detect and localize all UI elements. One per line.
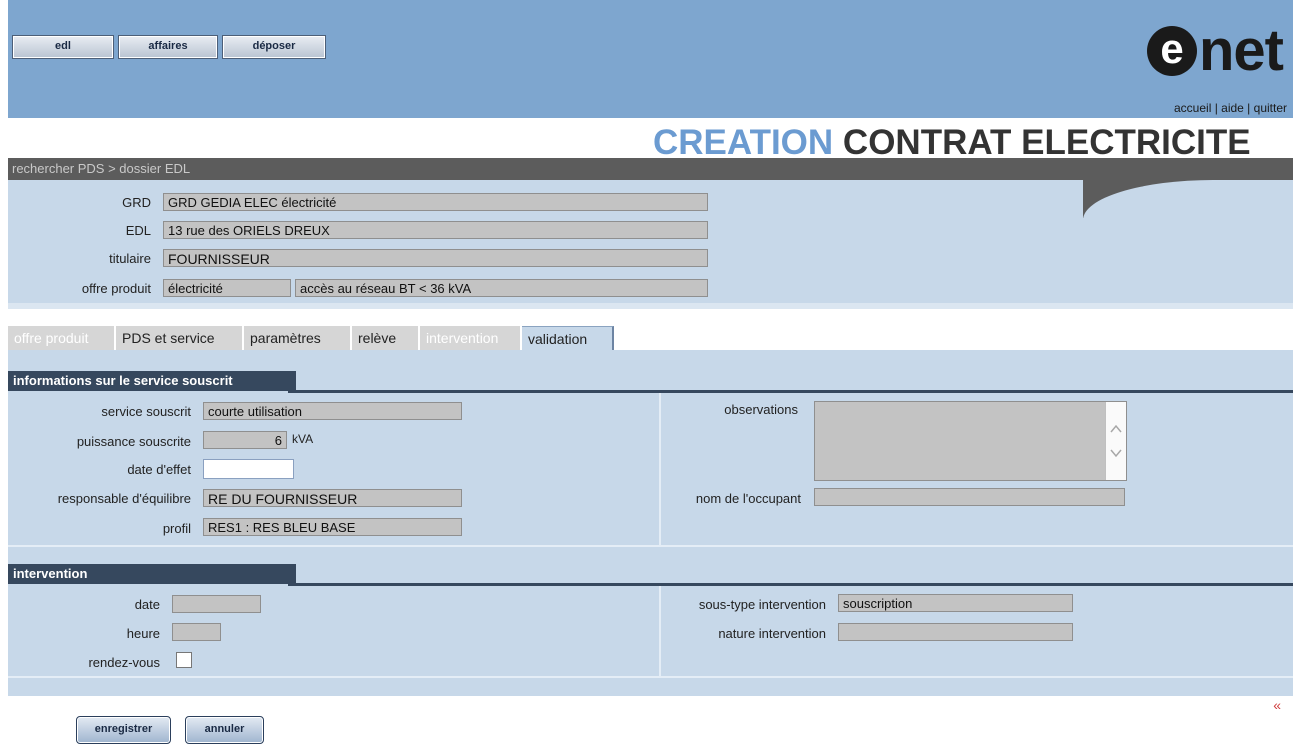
grd-label: GRD — [122, 195, 151, 210]
top-header: edl affaires déposer e net accueil | aid… — [8, 0, 1293, 118]
observations-label: observations — [724, 402, 798, 417]
tab-intervention[interactable]: intervention — [420, 326, 522, 350]
offre-produit-field-1: électricité — [163, 279, 291, 297]
date-effet-input[interactable] — [203, 459, 294, 479]
collapse-icon[interactable]: « — [1273, 697, 1281, 713]
profil-label: profil — [162, 521, 191, 536]
scroll-arrows-icon — [1110, 424, 1122, 458]
nom-occupant-field — [814, 488, 1125, 506]
nav-affaires-button[interactable]: affaires — [118, 35, 218, 59]
logo-net-text: net — [1199, 18, 1284, 83]
date-effet-label: date d'effet — [127, 462, 191, 477]
tab-releve[interactable]: relève — [352, 326, 420, 350]
nature-intervention-field — [838, 623, 1073, 641]
tab-parametres[interactable]: paramètres — [244, 326, 352, 350]
aide-link[interactable]: aide — [1221, 101, 1244, 115]
rendez-vous-label: rendez-vous — [88, 655, 160, 670]
rendez-vous-checkbox[interactable] — [176, 652, 192, 668]
sous-type-intervention-field: souscription — [838, 594, 1073, 612]
page-title-part1: CREATION — [653, 124, 834, 160]
intervention-heure-label: heure — [126, 626, 160, 641]
tab-offre-produit[interactable]: offre produit — [8, 326, 116, 350]
link-separator: | — [1243, 101, 1254, 115]
annuler-button[interactable]: annuler — [185, 716, 264, 744]
puissance-souscrite-label: puissance souscrite — [76, 434, 191, 449]
intervention-heure-field — [172, 623, 221, 641]
intervention-date-label: date — [134, 597, 160, 612]
responsable-equilibre-field: RE DU FOURNISSEUR — [203, 489, 462, 507]
logo-e-mark: e — [1147, 26, 1197, 76]
grd-field: GRD GEDIA ELEC électricité — [163, 193, 708, 211]
intervention-section-line — [288, 583, 1293, 586]
accueil-link[interactable]: accueil — [1174, 101, 1211, 115]
titulaire-label: titulaire — [109, 251, 151, 266]
quitter-link[interactable]: quitter — [1254, 101, 1287, 115]
link-separator: | — [1211, 101, 1222, 115]
nav-deposer-button[interactable]: déposer — [222, 35, 326, 59]
edl-field: 13 rue des ORIELS DREUX — [163, 221, 708, 239]
enregistrer-button[interactable]: enregistrer — [76, 716, 171, 744]
offre-produit-field-2: accès au réseau BT < 36 kVA — [295, 279, 708, 297]
top-links: accueil | aide | quitter — [1174, 101, 1287, 115]
section-gap — [8, 545, 1293, 547]
service-section-header: informations sur le service souscrit — [8, 371, 296, 391]
titulaire-field: FOURNISSEUR — [163, 249, 708, 267]
sous-type-intervention-label: sous-type intervention — [698, 597, 826, 612]
section-gap — [8, 676, 1293, 678]
edl-label: EDL — [125, 223, 151, 238]
observations-scrollbar[interactable] — [1105, 402, 1126, 480]
page-title-part2: CONTRAT ELECTRICITE — [833, 124, 1251, 160]
page-title: CREATION CONTRAT ELECTRICITE — [653, 124, 1293, 160]
puissance-unit: kVA — [292, 432, 314, 446]
nav-edl-button[interactable]: edl — [12, 35, 114, 59]
service-section-line — [288, 390, 1293, 393]
main-panel: informations sur le service souscrit ser… — [8, 350, 1293, 696]
tab-validation[interactable]: validation — [522, 326, 614, 350]
responsable-equilibre-label: responsable d'équilibre — [57, 491, 191, 506]
enet-logo: e net — [1147, 18, 1284, 83]
puissance-souscrite-field: 6 — [203, 431, 287, 449]
section-divider — [8, 303, 1293, 309]
profil-field: RES1 : RES BLEU BASE — [203, 518, 462, 536]
observations-textarea[interactable] — [814, 401, 1127, 481]
service-souscrit-field: courte utilisation — [203, 402, 462, 420]
intervention-date-field — [172, 595, 261, 613]
breadcrumb-text: rechercher PDS > dossier EDL — [12, 161, 191, 176]
intervention-section-header: intervention — [8, 564, 296, 584]
tab-pds-service[interactable]: PDS et service — [116, 326, 244, 350]
nature-intervention-label: nature intervention — [718, 626, 826, 641]
offre-produit-label: offre produit — [81, 281, 151, 296]
service-souscrit-label: service souscrit — [101, 404, 191, 419]
nom-occupant-label: nom de l'occupant — [695, 491, 801, 506]
